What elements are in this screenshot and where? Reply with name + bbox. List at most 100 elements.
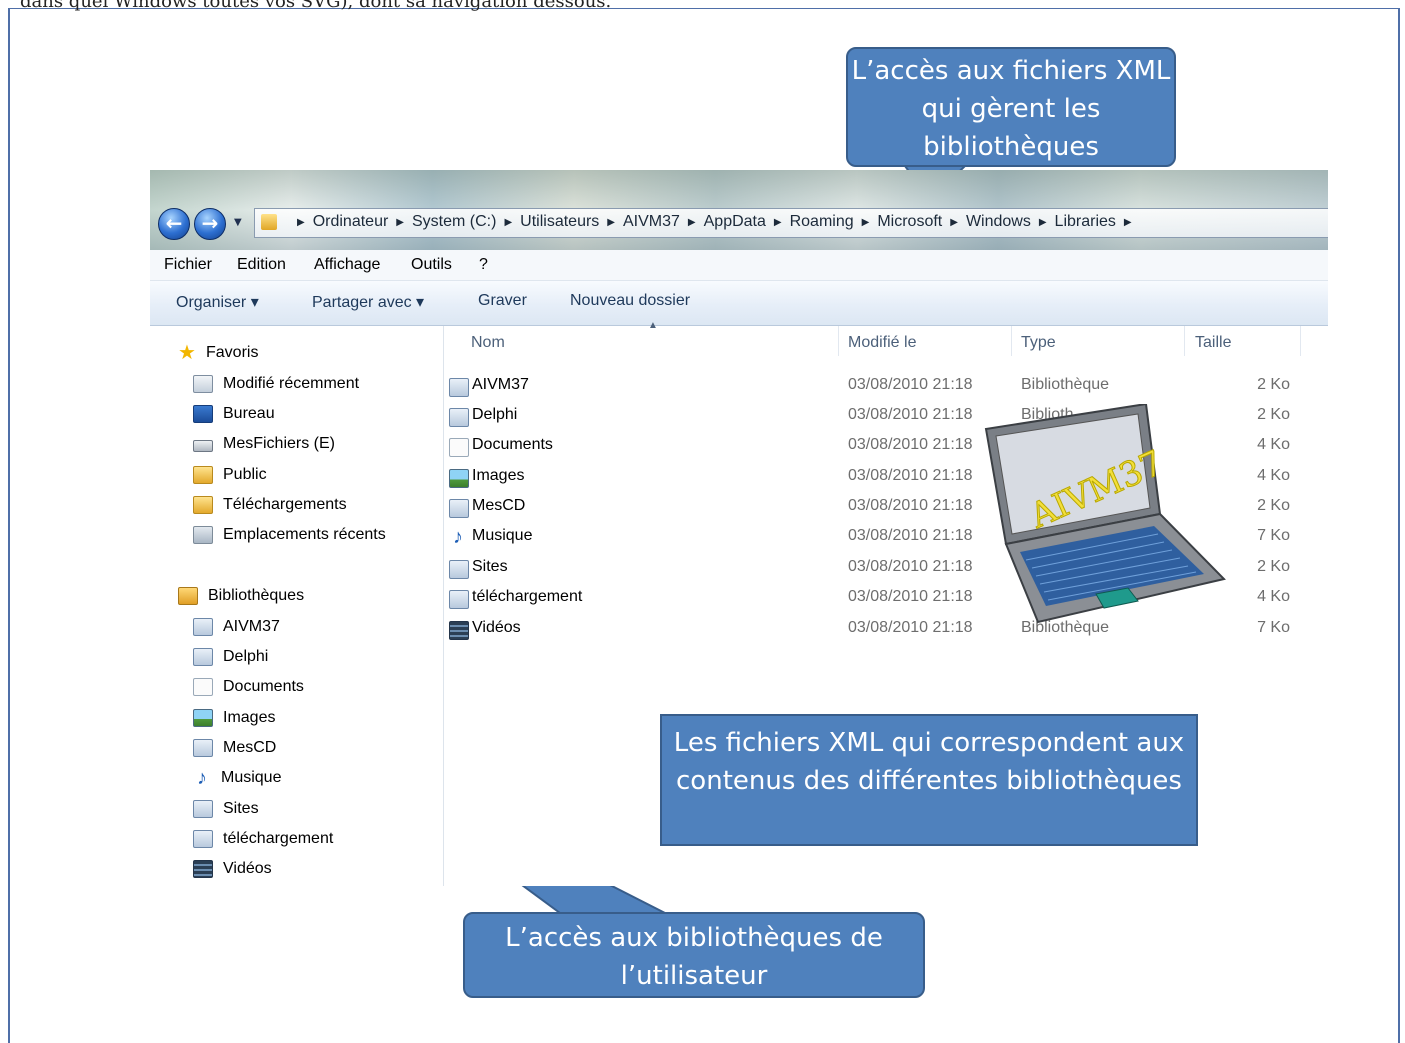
breadcrumb-separator-icon[interactable]: ▶ <box>396 217 404 228</box>
recent-places-icon <box>193 526 213 544</box>
nav-library-images[interactable]: Images <box>193 707 275 729</box>
nav-item-recent[interactable]: Modifié récemment <box>193 373 359 395</box>
nav-item-label: MesCD <box>223 739 277 756</box>
breadcrumb-separator-icon[interactable]: ▶ <box>1039 217 1047 228</box>
nav-library-documents[interactable]: Documents <box>193 676 304 698</box>
file-name: Musique <box>472 527 533 544</box>
nav-item-label: Emplacements récents <box>223 526 386 543</box>
library-icon <box>449 378 469 397</box>
file-size: 2 Ko <box>1257 406 1290 423</box>
callout-xml-files: Les fichiers XML qui correspondent aux c… <box>660 714 1198 846</box>
breadcrumb-item[interactable]: AppData <box>704 213 766 231</box>
nav-item-bureau[interactable]: Bureau <box>193 403 275 425</box>
nav-library-sites[interactable]: Sites <box>193 798 259 820</box>
nav-favoris-label: Favoris <box>206 344 259 361</box>
nav-item-telechargements[interactable]: Téléchargements <box>193 494 347 516</box>
breadcrumb-item[interactable]: Microsoft <box>877 213 942 231</box>
column-separator[interactable] <box>838 326 839 356</box>
nav-item-label: Modifié récemment <box>223 375 360 392</box>
breadcrumb-separator-icon[interactable]: ▶ <box>1124 217 1132 228</box>
breadcrumb-separator-icon[interactable]: ▶ <box>504 217 512 228</box>
column-header-size[interactable]: Taille <box>1195 334 1231 352</box>
nav-item-label: Documents <box>223 678 304 695</box>
library-icon <box>449 560 469 579</box>
nav-library-delphi[interactable]: Delphi <box>193 646 268 668</box>
share-with-button[interactable]: Partager avec ▾ <box>312 292 424 312</box>
nav-item-mesfichiers[interactable]: MesFichiers (E) <box>193 433 335 455</box>
file-date: 03/08/2010 21:18 <box>848 436 973 453</box>
nav-library-aivm37[interactable]: AIVM37 <box>193 616 280 638</box>
file-size: 7 Ko <box>1257 619 1290 636</box>
file-row[interactable]: AIVM37 03/08/2010 21:18 Bibliothèque 2 K… <box>444 373 1328 401</box>
file-size: 2 Ko <box>1257 497 1290 514</box>
breadcrumb-item[interactable]: Roaming <box>790 213 854 231</box>
nav-item-label: Public <box>223 466 267 483</box>
video-icon <box>449 621 469 640</box>
nav-item-label: Bureau <box>223 405 275 422</box>
column-header-name[interactable]: Nom <box>471 334 505 352</box>
column-separator[interactable] <box>1300 326 1301 356</box>
image-icon <box>193 709 213 727</box>
breadcrumb-separator-icon[interactable]: ▶ <box>950 217 958 228</box>
file-size: 4 Ko <box>1257 436 1290 453</box>
history-dropdown-icon[interactable]: ▼ <box>234 217 242 228</box>
menu-help[interactable]: ? <box>479 256 488 274</box>
nav-library-telechargement[interactable]: téléchargement <box>193 828 333 850</box>
nav-favoris[interactable]: ★ Favoris <box>178 342 258 364</box>
breadcrumb-item[interactable]: Ordinateur <box>313 213 389 231</box>
nav-item-recent-places[interactable]: Emplacements récents <box>193 524 386 546</box>
nav-item-label: Delphi <box>223 648 269 665</box>
music-icon: ♪ <box>453 526 463 548</box>
burn-button[interactable]: Graver <box>478 292 527 310</box>
library-icon <box>193 648 213 666</box>
drive-icon <box>193 440 213 452</box>
breadcrumb-item[interactable]: Libraries <box>1055 213 1116 231</box>
file-date: 03/08/2010 21:18 <box>848 619 973 636</box>
breadcrumb-separator-icon[interactable]: ▶ <box>774 217 782 228</box>
nav-item-public[interactable]: Public <box>193 464 267 486</box>
library-icon <box>449 590 469 609</box>
downloads-icon <box>193 496 213 514</box>
nav-item-label: AIVM37 <box>223 618 280 635</box>
callout-user-libraries: L’accès aux bibliothèques de l’utilisate… <box>463 912 925 998</box>
nav-library-mescd[interactable]: MesCD <box>193 737 276 759</box>
file-name: AIVM37 <box>472 376 529 393</box>
new-folder-button[interactable]: Nouveau dossier <box>570 292 690 310</box>
file-name: Sites <box>472 558 508 575</box>
column-separator[interactable] <box>1011 326 1012 356</box>
breadcrumb-item[interactable]: Utilisateurs <box>520 213 599 231</box>
breadcrumb-item[interactable]: System (C:) <box>412 213 496 231</box>
nav-item-label: MesFichiers (E) <box>223 435 336 452</box>
column-separator[interactable] <box>1184 326 1185 356</box>
nav-library-videos[interactable]: Vidéos <box>193 858 272 880</box>
nav-library-musique[interactable]: ♪ Musique <box>193 767 281 789</box>
music-icon: ♪ <box>197 767 207 789</box>
menu-fichier[interactable]: Fichier <box>164 256 212 274</box>
column-header-type[interactable]: Type <box>1021 334 1056 352</box>
menu-edition[interactable]: Edition <box>237 256 286 274</box>
file-name: téléchargement <box>472 588 583 605</box>
file-name: Vidéos <box>472 619 521 636</box>
menu-bar: Fichier Edition Affichage Outils ? <box>150 250 1328 281</box>
organiser-button[interactable]: Organiser ▾ <box>176 292 259 312</box>
breadcrumb-separator-icon[interactable]: ▶ <box>862 217 870 228</box>
back-button[interactable]: ← <box>158 208 190 240</box>
nav-bibliotheques[interactable]: Bibliothèques <box>178 585 304 607</box>
breadcrumb-item[interactable]: AIVM37 <box>623 213 680 231</box>
breadcrumb-separator-icon[interactable]: ▶ <box>688 217 696 228</box>
forward-button[interactable]: → <box>194 208 226 240</box>
breadcrumb: ▶ Ordinateur ▶ System (C:) ▶ Utilisateur… <box>289 213 1140 231</box>
library-icon <box>193 618 213 636</box>
column-header-modified[interactable]: Modifié le <box>848 334 916 352</box>
file-size: 7 Ko <box>1257 527 1290 544</box>
breadcrumb-separator-icon[interactable]: ▶ <box>607 217 615 228</box>
breadcrumb-item[interactable]: Windows <box>966 213 1031 231</box>
library-icon <box>193 830 213 848</box>
star-icon: ★ <box>178 342 196 364</box>
nav-item-label: Musique <box>221 769 282 786</box>
menu-outils[interactable]: Outils <box>411 256 452 274</box>
menu-affichage[interactable]: Affichage <box>314 256 380 274</box>
laptop-illustration: AIVM37 <box>984 404 1226 624</box>
address-path-box[interactable]: ▶ Ordinateur ▶ System (C:) ▶ Utilisateur… <box>254 208 1328 238</box>
image-icon <box>449 469 469 488</box>
